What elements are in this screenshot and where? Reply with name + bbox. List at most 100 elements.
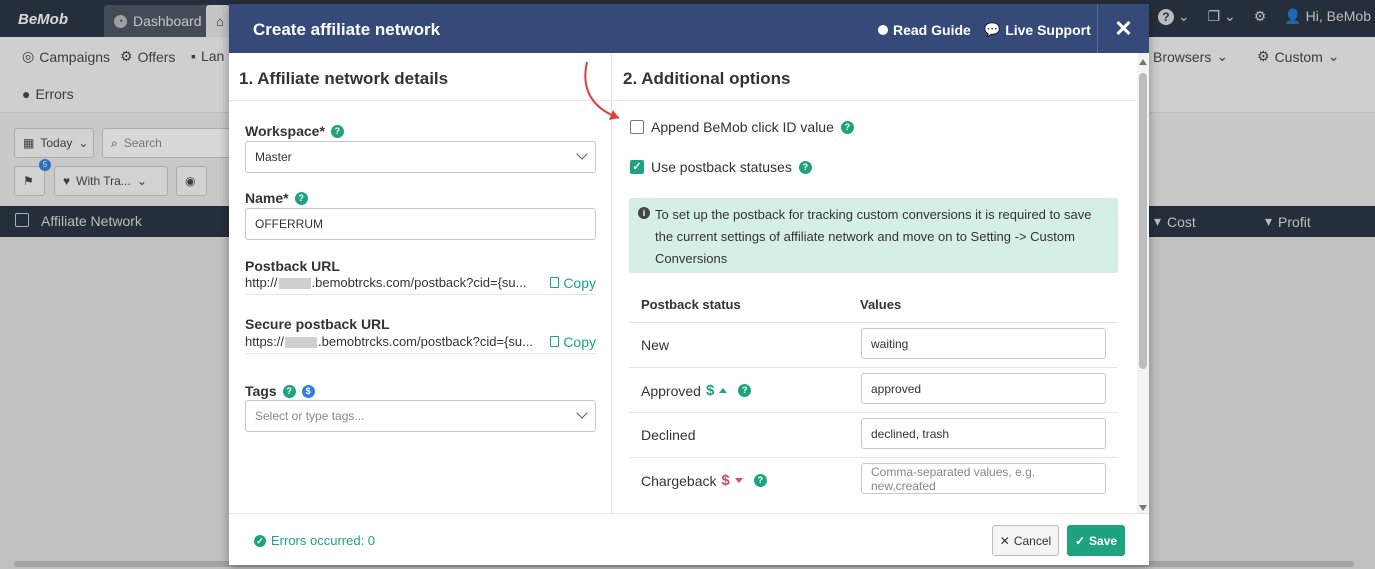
status-new-label: New (641, 337, 670, 353)
close-icon: ✕ (1114, 15, 1133, 41)
append-click-id-label: Append BeMob click ID value (651, 119, 834, 135)
scrollbar-thumb[interactable] (1139, 73, 1147, 369)
annotation-arrow (584, 61, 620, 120)
close-button[interactable]: ✕ (1097, 4, 1149, 53)
workspace-label-text: Workspace* (245, 123, 325, 139)
status-chargeback-values-input[interactable]: Comma-separated values, e.g. new,created (861, 463, 1106, 494)
section-title-details: 1. Affiliate network details (239, 69, 449, 88)
save-button[interactable]: ✓ Save (1067, 525, 1125, 556)
name-field-value: OFFERRUM (255, 217, 323, 231)
status-chargeback-placeholder: Comma-separated values, e.g. new,created (871, 464, 1036, 493)
postback-url-row: http:// .bemobtrcks.com/postback?cid={su.… (245, 271, 596, 295)
vertical-scrollbar[interactable] (1137, 53, 1149, 513)
copy-postback-button[interactable]: Copy (550, 275, 596, 291)
section-title-options: 2. Additional options (623, 69, 791, 88)
tags-placeholder: Select or type tags... (255, 409, 365, 423)
modal-footer: ✓ Errors occurred: 0 ✕ Cancel ✓ Save (229, 513, 1149, 565)
help-icon[interactable]: ? (738, 384, 752, 397)
close-icon: ✕ (999, 533, 1010, 548)
status-approved-values-input[interactable]: approved (861, 373, 1106, 404)
help-icon[interactable]: ? (753, 474, 767, 487)
errors-text: Errors occurred: 0 (271, 533, 376, 548)
custom-conversions-info: i To set up the postback for tracking cu… (629, 198, 1118, 273)
scroll-down-icon[interactable] (1139, 505, 1147, 511)
tags-select[interactable]: Select or type tags... (245, 400, 596, 432)
status-approved-label: Approved (641, 382, 701, 399)
copy-label: Copy (563, 274, 596, 291)
append-click-id-option[interactable]: Append BeMob click ID value ? (630, 119, 854, 135)
name-label: Name* ? (245, 190, 308, 206)
modal-title: Create affiliate network (253, 20, 441, 39)
live-support-link[interactable]: 💬 Live Support (984, 22, 1091, 38)
secure-postback-url-value: https:// .bemobtrcks.com/postback?cid={su… (245, 334, 533, 349)
read-guide-label: Read Guide (893, 22, 971, 38)
scroll-up-icon[interactable] (1139, 59, 1147, 65)
info-icon: i (638, 207, 650, 219)
postback-status-column-header: Postback status (641, 297, 741, 312)
copy-label: Copy (563, 333, 596, 350)
check-circle-icon: ✓ (254, 534, 266, 547)
help-icon[interactable]: ? (282, 384, 296, 398)
status-chargeback-label: Chargeback (641, 472, 717, 489)
tags-label-text: Tags (245, 383, 277, 399)
postback-row-approved: Approved $ ? approved (629, 367, 1118, 412)
workspace-select[interactable]: Master (245, 141, 596, 173)
info-circle-icon (878, 25, 888, 35)
name-field[interactable]: OFFERRUM (245, 208, 596, 240)
use-postback-statuses-label: Use postback statuses (651, 159, 792, 175)
secure-postback-url-row: https:// .bemobtrcks.com/postback?cid={su… (245, 330, 596, 354)
info-text: To set up the postback for tracking cust… (655, 207, 1092, 266)
status-new-values-input[interactable]: waiting (861, 328, 1106, 359)
name-label-text: Name* (245, 190, 289, 206)
copy-icon (550, 336, 560, 347)
copy-icon (550, 277, 560, 288)
cancel-label: Cancel (1013, 533, 1052, 548)
dollar-icon: $ (705, 382, 715, 399)
cancel-button[interactable]: ✕ Cancel (992, 525, 1059, 556)
status-name: Declined (641, 427, 695, 443)
use-postback-statuses-checkbox[interactable]: ✓ (630, 160, 644, 174)
save-label: Save (1089, 533, 1118, 548)
help-icon[interactable]: ? (840, 120, 854, 134)
read-guide-link[interactable]: Read Guide (878, 22, 971, 38)
status-name: New (641, 337, 669, 353)
use-postback-statuses-option[interactable]: ✓ Use postback statuses ? (630, 159, 812, 175)
secure-postback-url-prefix: https:// (245, 334, 285, 349)
dollar-icon: $ (721, 472, 730, 489)
status-declined-values-input[interactable]: declined, trash (861, 418, 1106, 449)
check-icon: ✓ (1074, 533, 1086, 548)
status-name: Approved $ ? (641, 382, 752, 399)
create-affiliate-network-modal: Create affiliate network Read Guide 💬 Li… (229, 4, 1149, 565)
divider (613, 100, 1149, 101)
arrow-down-icon (734, 478, 743, 483)
workspace-label: Workspace* ? (245, 123, 344, 139)
postback-row-new: New waiting (629, 322, 1118, 367)
errors-status: ✓ Errors occurred: 0 (254, 533, 375, 548)
redacted-domain (285, 337, 318, 349)
chevron-down-icon (576, 407, 588, 419)
network-details-section: 1. Affiliate network details Workspace* … (229, 53, 612, 513)
status-name: Chargeback $ ? (641, 472, 767, 489)
copy-secure-postback-button[interactable]: Copy (550, 334, 596, 350)
postback-url-prefix: http:// (245, 275, 278, 290)
chevron-down-icon (576, 148, 588, 160)
postback-row-declined: Declined declined, trash (629, 412, 1118, 457)
redacted-domain (278, 278, 311, 290)
help-icon[interactable]: ? (294, 191, 308, 205)
postback-row-chargeback: Chargeback $ ? Comma-separated values, e… (629, 457, 1118, 502)
status-declined-label: Declined (641, 427, 696, 443)
status-new-value: waiting (871, 336, 909, 351)
postback-url-value: http:// .bemobtrcks.com/postback?cid={su.… (245, 275, 527, 290)
chat-bubbles-icon: 💬 (984, 22, 1001, 37)
help-icon[interactable]: ? (330, 124, 344, 138)
secure-postback-url-suffix: .bemobtrcks.com/postback?cid={su... (318, 334, 533, 349)
divider (229, 100, 611, 101)
status-declined-value: declined, trash (871, 426, 950, 441)
live-support-label: Live Support (1005, 22, 1091, 38)
tags-label: Tags ? $ (245, 383, 315, 399)
status-approved-value: approved (871, 381, 922, 396)
premium-dollar-icon[interactable]: $ (301, 384, 315, 398)
values-column-header: Values (860, 297, 902, 312)
arrow-up-icon (719, 388, 728, 393)
help-icon[interactable]: ? (798, 160, 812, 174)
